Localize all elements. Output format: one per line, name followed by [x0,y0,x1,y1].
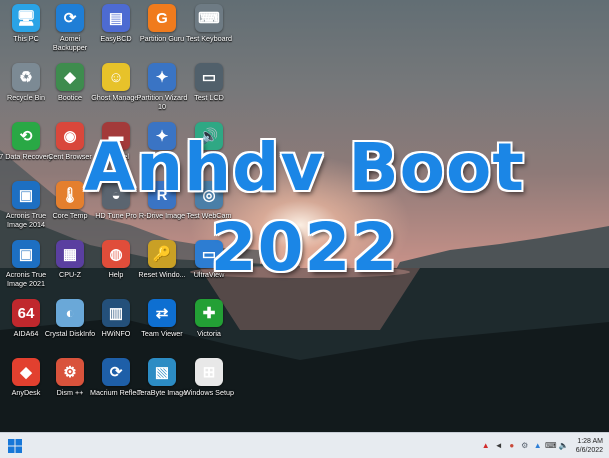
tray-icons: ▲ ◄ ● ⚙ ▲ ⌨ 🔈 [478,441,569,451]
clock-time: 1:28 AM [577,437,603,445]
system-tray: ▲ ◄ ● ⚙ ▲ ⌨ 🔈 1:28 AM 6/6/2022 [478,433,603,458]
anydesk-icon: ◆ [12,358,40,386]
desktop-icon[interactable]: ⌨ Test Keyboard [183,4,235,44]
desktop-icon[interactable]: ⊞ Windows Setup [183,358,235,398]
desktop-icon-label: Test Keyboard [186,34,232,43]
monitor-icon: ▭ [195,63,223,91]
desktop-icon[interactable]: ✚ Victoria [183,299,235,339]
partition-guru-icon: G [148,4,176,32]
partition-wizard-icon: ✦ [148,63,176,91]
macrium-reflect-icon: ⟳ [102,358,130,386]
tray-settings-icon[interactable]: ⚙ [520,441,530,451]
recycle-bin-icon: ♻ [12,63,40,91]
banner-title-line1: Anhdv Boot [84,129,525,206]
windows-start-icon [8,438,22,453]
this-pc-icon: 🖥 [12,4,40,32]
terabyte-image-icon: ▧ [148,358,176,386]
teamviewer-icon: ⇄ [148,299,176,327]
desktop-icon[interactable]: ⟳ Aomei Backupper [44,4,96,52]
tray-keyboard-icon[interactable]: ⌨ [545,441,557,451]
desktop: 🖥 This PC ⟳ Aomei Backupper ▤ EasyBCD G Partiti… [0,0,609,432]
desktop-icon[interactable]: ✦ Partition Wizard 10 [136,63,188,111]
boot-title-banner: Anhdv Boot 2022 [0,128,609,288]
tray-network-icon[interactable]: ▲ [481,441,491,451]
aida64-icon: 64 [12,299,40,327]
aomei-backupper-icon: ⟳ [56,4,84,32]
desktop-icon-label: Victoria [197,329,221,338]
start-button[interactable] [5,436,25,456]
victoria-icon: ✚ [195,299,223,327]
crystal-diskinfo-icon: ◐ [56,299,84,327]
taskbar: ▲ ◄ ● ⚙ ▲ ⌨ 🔈 1:28 AM 6/6/2022 [0,432,609,458]
hwinfo-icon: ▥ [102,299,130,327]
tray-app-icon[interactable]: ● [507,441,517,451]
tray-speaker-icon[interactable]: 🔈 [559,441,569,451]
desktop-icon-label: Windows Setup [184,388,234,397]
bootice-icon: ◆ [56,63,84,91]
easybcd-icon: ▤ [102,4,130,32]
clock[interactable]: 1:28 AM 6/6/2022 [576,437,603,455]
keyboard-icon: ⌨ [195,4,223,32]
desktop-icon-label: Test LCD [194,93,224,102]
banner-title-line2: 2022 [210,209,399,286]
dism-icon: ⚙ [56,358,84,386]
tray-volume-icon[interactable]: ◄ [494,441,504,451]
ghost-manager-icon: ☺ [102,63,130,91]
clock-date: 6/6/2022 [575,446,603,454]
desktop-icon[interactable]: ▭ Test LCD [183,63,235,103]
tray-notification-icon[interactable]: ▲ [533,441,543,451]
windows-setup-icon: ⊞ [195,358,223,386]
